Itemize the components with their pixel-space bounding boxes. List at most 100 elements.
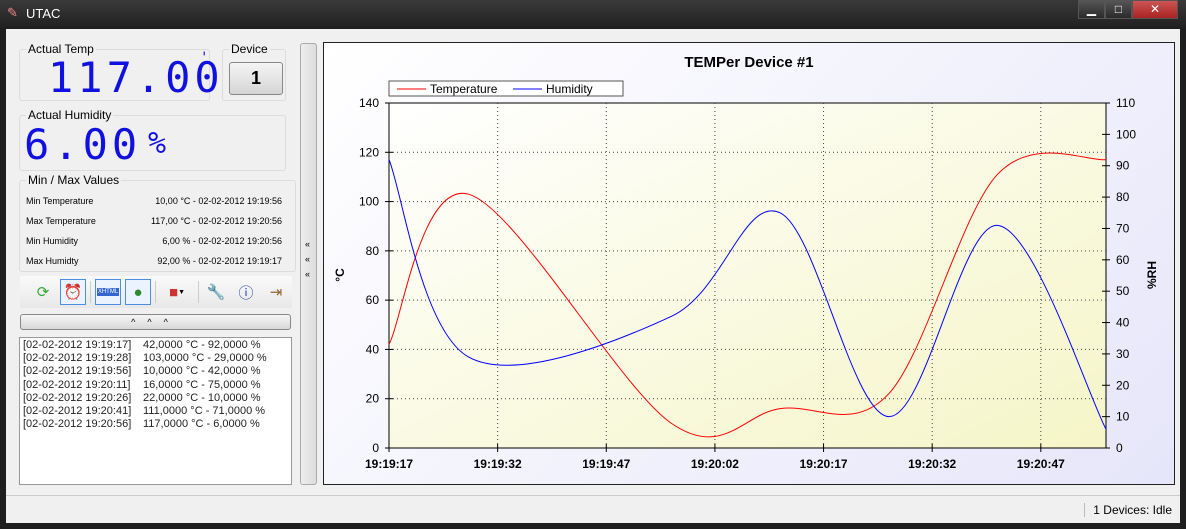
y2-tick-label: 80: [1116, 190, 1130, 204]
max-humidity-label: Max Humidty: [26, 256, 79, 266]
y-tick-label: 60: [366, 293, 380, 307]
max-temp-label: Max Temperature: [26, 216, 96, 226]
device-label: Device: [229, 42, 270, 56]
min-humidity-value: 6,00 % - 02-02-2012 19:20:56: [162, 236, 282, 246]
max-temp-value: 117,00 °C - 02-02-2012 19:20:56: [150, 216, 282, 226]
log-entry: [02-02-2012 19:19:28] 103,0000 °C - 29,00…: [23, 352, 288, 365]
y-tick-label: 80: [366, 244, 380, 258]
temp-unit: ': [200, 50, 213, 66]
y2-tick-label: 90: [1116, 159, 1130, 173]
y-tick-label: 0: [372, 441, 379, 455]
y-tick-label: 140: [359, 96, 379, 110]
cubes-icon[interactable]: ■ ▼: [160, 279, 194, 305]
log-time: [02-02-2012 19:19:17]: [23, 339, 132, 351]
collapse-arrow-icon: «: [305, 254, 311, 264]
log-value: 111,0000 °C - 71,0000 %: [143, 405, 266, 418]
y2-tick-label: 70: [1116, 221, 1130, 235]
actual-humidity-group: Actual Humidity 6.00 %: [19, 108, 286, 171]
exit-icon[interactable]: ⇥: [263, 279, 289, 305]
y-tick-label: 40: [366, 342, 380, 356]
collapse-log-button[interactable]: ^^^: [20, 314, 291, 330]
y2-tick-label: 30: [1116, 347, 1130, 361]
log-value: 16,0000 °C - 75,0000 %: [143, 378, 261, 391]
maximize-button[interactable]: □: [1105, 0, 1132, 19]
panel-splitter[interactable]: « « «: [300, 43, 317, 485]
log-time: [02-02-2012 19:20:41]: [23, 405, 132, 418]
log-entry: [02-02-2012 19:19:17] 42,0000 °C - 92,000…: [23, 339, 288, 352]
x-tick-label: 19:20:47: [1017, 457, 1065, 471]
toolbar: ⟳ ⏰ XHTML ● ■ ▼ 🔧 ⓘ ⇥: [20, 276, 292, 308]
y2-tick-label: 20: [1116, 378, 1130, 392]
y2-axis-label: %RH: [1145, 261, 1159, 289]
y2-tick-label: 100: [1116, 127, 1136, 141]
log-time: [02-02-2012 19:20:56]: [23, 418, 132, 431]
minimize-button[interactable]: ▁: [1078, 0, 1105, 19]
y-tick-label: 20: [366, 392, 380, 406]
wrench-icon[interactable]: 🔧: [203, 279, 229, 305]
log-time: [02-02-2012 19:20:26]: [23, 391, 132, 404]
globe-icon[interactable]: ●: [125, 279, 151, 305]
min-max-label: Min / Max Values: [26, 173, 122, 187]
y-tick-label: 120: [359, 145, 379, 159]
min-temp-value: 10,00 °C - 02-02-2012 19:19:56: [155, 196, 282, 206]
chart: TEMPer Device #1 0 20 40 60 80 100 120 140 0 10 20…: [333, 54, 1159, 471]
pencil-icon: ✎: [7, 5, 18, 20]
device-button[interactable]: 1: [229, 62, 283, 95]
collapse-arrow-icon: «: [305, 269, 311, 279]
log-entry: [02-02-2012 19:19:56] 10,0000 °C - 42,000…: [23, 365, 288, 378]
alarm-clock-icon[interactable]: ⏰: [60, 279, 86, 305]
min-temp-label: Min Temperature: [26, 196, 94, 206]
y2-tick-label: 10: [1116, 410, 1130, 424]
y2-tick-label: 0: [1116, 441, 1123, 455]
actual-humidity-value: 6.00: [24, 120, 142, 169]
log-value: 117,0000 °C - 6,0000 %: [143, 418, 260, 431]
refresh-icon[interactable]: ⟳: [30, 279, 56, 305]
info-icon[interactable]: ⓘ: [233, 279, 259, 305]
max-humidity-value: 92,00 % - 02-02-2012 19:19:17: [157, 256, 282, 266]
y2-tick-label: 110: [1116, 96, 1135, 110]
min-max-group: Min / Max Values Min Temperature 10,00 °…: [19, 173, 296, 272]
x-tick-label: 19:20:17: [800, 457, 848, 471]
plot-area: [388, 102, 1107, 449]
log-time: [02-02-2012 19:19:28]: [23, 352, 132, 365]
log-value: 22,0000 °C - 10,0000 %: [143, 391, 261, 404]
log-entry: [02-02-2012 19:20:26] 22,0000 °C - 10,000…: [23, 392, 288, 405]
log-list[interactable]: [02-02-2012 19:19:17] 42,0000 °C - 92,000…: [19, 337, 292, 485]
x-tick-label: 19:20:02: [691, 457, 739, 471]
collapse-arrow-icon: «: [305, 239, 311, 249]
legend-humidity: Humidity: [546, 82, 593, 96]
actual-temp-value: 117.00: [48, 53, 224, 102]
separator: [155, 281, 156, 303]
log-entry: [02-02-2012 19:20:41] 111,0000 °C - 71,00…: [23, 405, 288, 418]
x-tick-label: 19:19:47: [582, 457, 630, 471]
humidity-unit: %: [148, 126, 171, 161]
separator: [198, 281, 199, 303]
legend: Temperature Humidity: [388, 80, 624, 97]
title-bar: ✎ UTAC ▁ □ ✕: [0, 0, 1186, 28]
log-entry: [02-02-2012 19:20:11] 16,0000 °C - 75,000…: [23, 379, 288, 392]
window-title: UTAC: [26, 6, 61, 21]
log-value: 42,0000 °C - 92,0000 %: [143, 339, 261, 351]
y-tick-label: 100: [359, 195, 379, 209]
x-tick-label: 19:20:32: [908, 457, 956, 471]
x-tick-label: 19:19:32: [474, 457, 522, 471]
log-entry: [02-02-2012 19:20:56] 117,0000 °C - 6,000…: [23, 418, 288, 431]
close-button[interactable]: ✕: [1132, 0, 1178, 19]
legend-temperature: Temperature: [430, 82, 498, 96]
log-time: [02-02-2012 19:20:11]: [23, 378, 131, 391]
status-text: 1 Devices: Idle: [1084, 503, 1172, 517]
log-value: 103,0000 °C - 29,0000 %: [143, 352, 267, 365]
status-bar: 1 Devices: Idle: [6, 495, 1180, 523]
log-time: [02-02-2012 19:19:56]: [23, 365, 132, 378]
y2-tick-label: 50: [1116, 284, 1130, 298]
y2-tick-label: 40: [1116, 316, 1130, 330]
x-tick-label: 19:19:17: [365, 457, 413, 471]
separator: [90, 281, 91, 303]
chart-title: TEMPer Device #1: [684, 54, 813, 71]
actual-temp-group: Actual Temp 117.00 ': [19, 42, 220, 102]
y2-tick-label: 60: [1116, 253, 1130, 267]
chart-panel: TEMPer Device #1 0 20 40 60 80 100 120 140 0 10 20…: [323, 42, 1175, 485]
device-group: Device 1: [222, 42, 286, 101]
html-icon[interactable]: XHTML: [95, 279, 121, 305]
y-axis-label: °C: [333, 268, 347, 282]
